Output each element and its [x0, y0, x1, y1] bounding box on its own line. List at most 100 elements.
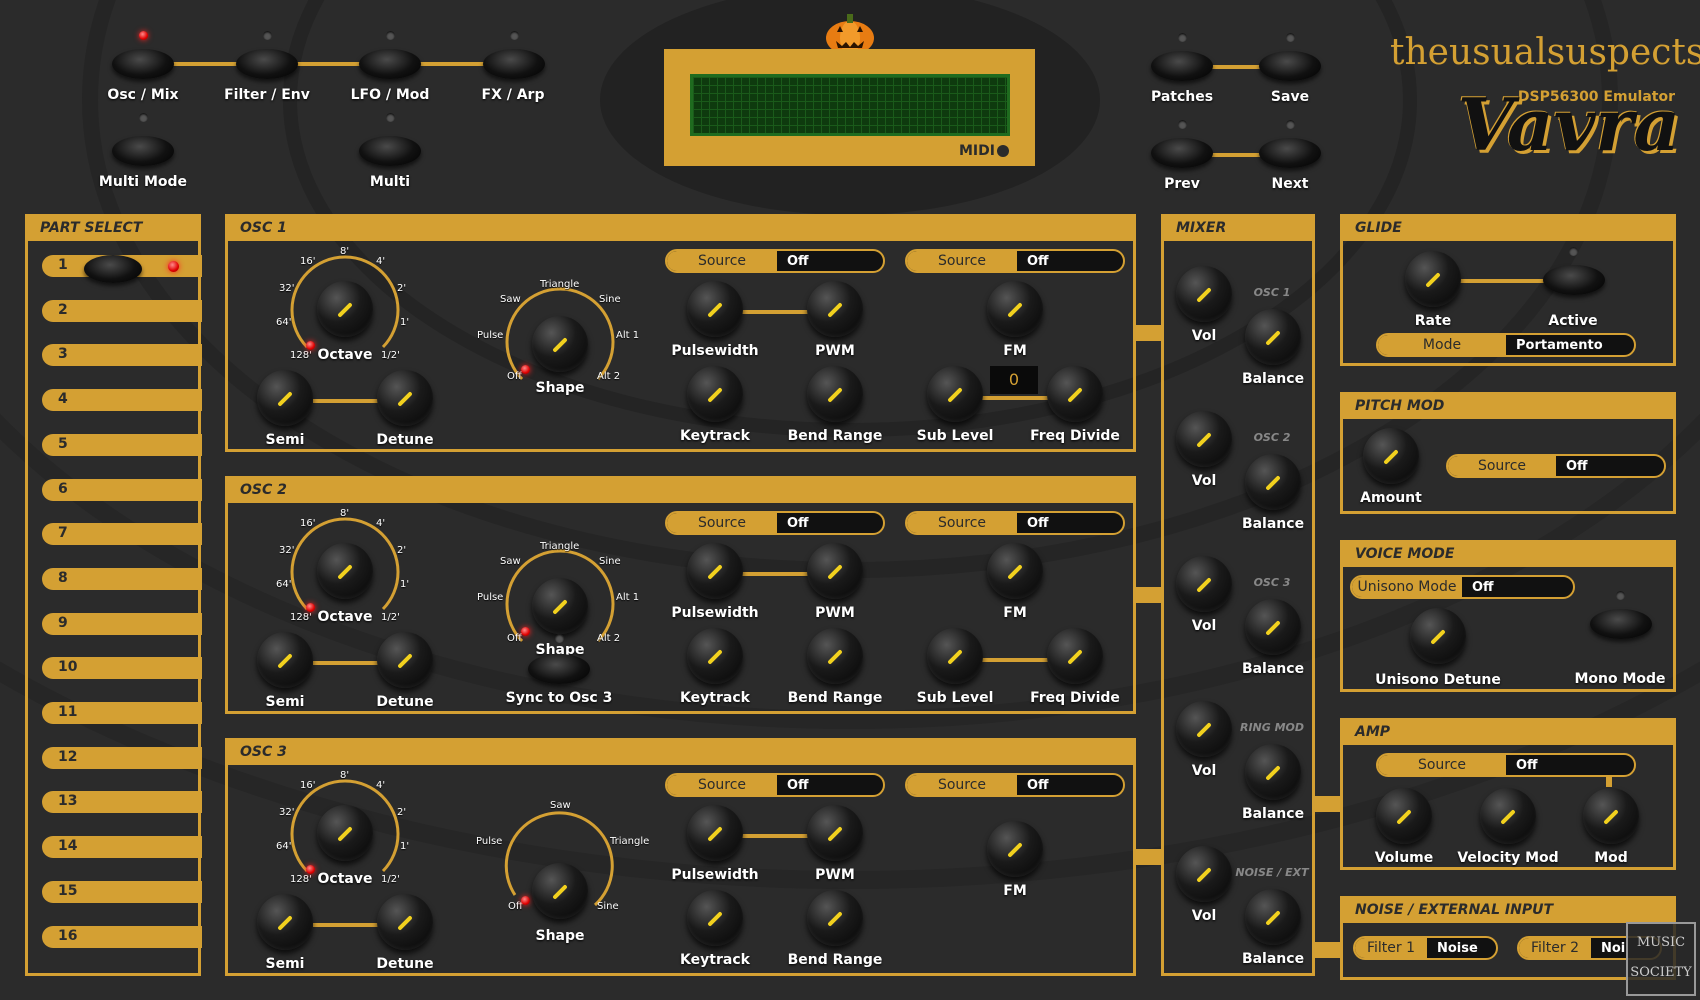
mixer-1-vol-knob[interactable] — [1176, 411, 1232, 467]
osc3-fm-knob[interactable] — [987, 821, 1043, 877]
lfo-mod-pill[interactable] — [359, 49, 421, 79]
nav-label: Multi Mode — [98, 174, 188, 190]
unisono-mode-label: Unisono Mode — [1352, 577, 1462, 597]
osc2-bendrange-knob[interactable] — [807, 628, 863, 684]
fx-arp-pill[interactable] — [483, 49, 545, 79]
mixer-4-vol-knob[interactable] — [1176, 846, 1232, 902]
osc1-source2[interactable]: Source Off — [905, 249, 1125, 273]
amp-velocity-knob[interactable] — [1480, 788, 1536, 844]
part-item-10[interactable]: 10 — [42, 657, 202, 680]
osc3-pulsewidth-knob[interactable] — [687, 805, 743, 861]
mixer-4-balance-knob[interactable] — [1245, 889, 1301, 945]
multi-pill[interactable] — [359, 136, 421, 166]
osc1-bendrange-knob[interactable] — [807, 366, 863, 422]
osc2-source2-label: Source — [907, 513, 1017, 533]
noise-filter1[interactable]: Filter 1 Noise — [1353, 936, 1498, 960]
multi-mode-pill[interactable] — [112, 136, 174, 166]
osc2-pulsewidth-knob[interactable] — [687, 543, 743, 599]
part-item-2[interactable]: 2 — [42, 299, 202, 322]
part-item-5[interactable]: 5 — [42, 433, 202, 456]
amp-source[interactable]: Source Off — [1376, 753, 1636, 777]
part-item-12[interactable]: 12 — [42, 746, 202, 769]
osc2-semi-knob[interactable] — [257, 632, 313, 688]
mixer-3-vol-knob[interactable] — [1176, 701, 1232, 757]
osc3-source1[interactable]: Source Off — [665, 773, 885, 797]
osc1-octave-knob[interactable] — [317, 281, 373, 337]
part-item-15[interactable]: 15 — [42, 880, 202, 903]
osc2-sync-button[interactable] — [528, 654, 590, 684]
mixer-1-balance-label: Balance — [1241, 516, 1305, 532]
mixer-2-balance-knob[interactable] — [1245, 599, 1301, 655]
osc-mix-pill[interactable] — [112, 49, 174, 79]
part-item-6[interactable]: 6 — [42, 478, 202, 501]
part-item-14[interactable]: 14 — [42, 836, 202, 859]
osc2-pwm-knob[interactable] — [807, 543, 863, 599]
osc3-keytrack-knob[interactable] — [687, 890, 743, 946]
part-item-11[interactable]: 11 — [42, 702, 202, 724]
pitch-mod-amount-knob[interactable] — [1363, 428, 1419, 484]
osc2-freqdivide-knob[interactable] — [1047, 628, 1103, 684]
part-1-selector[interactable] — [84, 255, 142, 283]
save-pill[interactable] — [1259, 51, 1321, 81]
osc1-shape-tick: Saw — [500, 294, 521, 305]
mixer-3-balance-knob[interactable] — [1245, 744, 1301, 800]
part-item-7[interactable]: 7 — [42, 523, 202, 546]
next-led — [1286, 120, 1295, 129]
osc1-source1[interactable]: Source Off — [665, 249, 885, 273]
filter-env-pill[interactable] — [236, 49, 298, 79]
osc1-fm-knob[interactable] — [987, 281, 1043, 337]
mixer-0-vol-knob[interactable] — [1176, 266, 1232, 322]
amp-mod-knob[interactable] — [1583, 788, 1639, 844]
osc1-pulsewidth-knob[interactable] — [687, 281, 743, 337]
osc1-keytrack-knob[interactable] — [687, 366, 743, 422]
part-item-16[interactable]: 16 — [42, 925, 202, 948]
osc2-fm-knob[interactable] — [987, 543, 1043, 599]
part-item-4[interactable]: 4 — [42, 389, 202, 412]
prev-pill[interactable] — [1151, 138, 1213, 168]
osc2-sublevel-knob[interactable] — [927, 628, 983, 684]
osc3-octave-knob[interactable] — [317, 805, 373, 861]
osc2-source2[interactable]: Source Off — [905, 511, 1125, 535]
osc1-semi-knob[interactable] — [257, 370, 313, 426]
osc2-detune-knob[interactable] — [377, 632, 433, 688]
osc1-pulsewidth-label: Pulsewidth — [671, 343, 759, 359]
pitch-mod-source[interactable]: Source Off — [1446, 454, 1666, 478]
osc2-shape-tick: Alt 1 — [616, 592, 640, 603]
mono-mode-button[interactable] — [1590, 609, 1652, 639]
amp-volume-label: Volume — [1374, 850, 1434, 866]
osc3-bendrange-knob[interactable] — [807, 890, 863, 946]
osc1-freqdivide-knob[interactable] — [1047, 366, 1103, 422]
glide-rate-knob[interactable] — [1405, 251, 1461, 307]
unisono-mode[interactable]: Unisono Mode Off — [1350, 575, 1575, 599]
part-item-8[interactable]: 8 — [42, 567, 202, 590]
osc2-source1[interactable]: Source Off — [665, 511, 885, 535]
pitch-mod-amount-label: Amount — [1360, 490, 1422, 506]
osc2-shape-knob[interactable] — [532, 578, 588, 634]
osc1-detune-knob[interactable] — [377, 370, 433, 426]
part-item-9[interactable]: 9 — [42, 612, 202, 635]
osc3-semi-knob[interactable] — [257, 894, 313, 950]
osc3-pwm-knob[interactable] — [807, 805, 863, 861]
osc3-detune-knob[interactable] — [377, 894, 433, 950]
mixer-0-balance-knob[interactable] — [1245, 309, 1301, 365]
osc2-octave-knob[interactable] — [317, 543, 373, 599]
osc1-shape-label: Shape — [535, 380, 585, 396]
mixer-2-vol-knob[interactable] — [1176, 556, 1232, 612]
amp-volume-knob[interactable] — [1376, 788, 1432, 844]
osc3-shape-knob[interactable] — [532, 863, 588, 919]
osc1-shape-knob[interactable] — [532, 316, 588, 372]
osc2-semi-label: Semi — [265, 694, 305, 710]
osc2-keytrack-knob[interactable] — [687, 628, 743, 684]
glide-active-button[interactable] — [1543, 265, 1605, 295]
osc1-pwm-knob[interactable] — [807, 281, 863, 337]
osc1-sublevel-knob[interactable] — [927, 366, 983, 422]
glide-mode[interactable]: Mode Portamento — [1376, 333, 1636, 357]
unisono-detune-knob[interactable] — [1410, 608, 1466, 664]
osc1-octave-tick: 64' — [276, 317, 292, 328]
next-pill[interactable] — [1259, 138, 1321, 168]
mixer-1-balance-knob[interactable] — [1245, 454, 1301, 510]
part-item-13[interactable]: 13 — [42, 791, 202, 814]
part-item-3[interactable]: 3 — [42, 344, 202, 367]
patches-pill[interactable] — [1151, 51, 1213, 81]
osc3-source2[interactable]: Source Off — [905, 773, 1125, 797]
